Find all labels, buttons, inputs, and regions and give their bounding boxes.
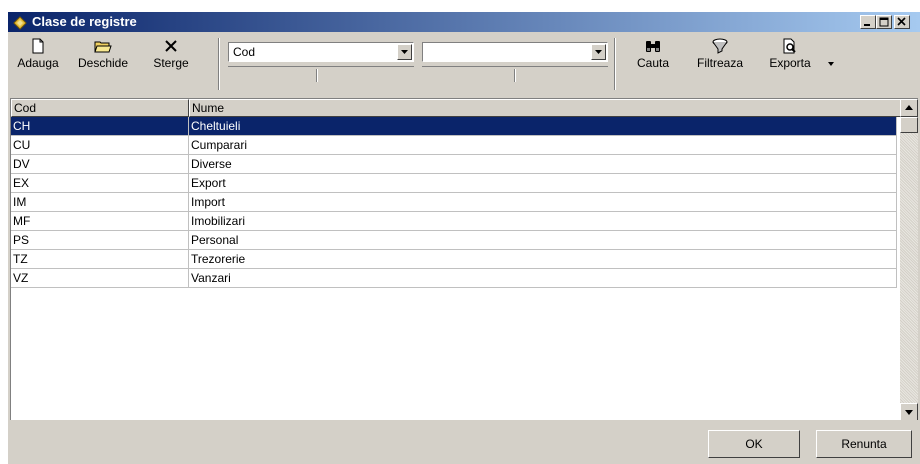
minimize-button[interactable] xyxy=(860,15,876,29)
close-icon xyxy=(897,17,906,26)
search-button[interactable]: Cauta xyxy=(632,38,674,88)
field-select[interactable]: Cod xyxy=(228,42,414,62)
chevron-down-icon xyxy=(401,50,408,54)
arrow-down-icon xyxy=(905,410,913,415)
open-folder-icon xyxy=(94,41,112,53)
table-row[interactable]: EX Export xyxy=(11,174,897,193)
value-select[interactable] xyxy=(422,42,608,62)
cell-cod: CH xyxy=(11,117,189,136)
subbar-divider xyxy=(316,69,318,82)
filter-icon xyxy=(712,38,728,54)
cell-nume: Vanzari xyxy=(189,269,897,288)
export-button[interactable]: Exporta xyxy=(764,38,816,88)
maximize-icon xyxy=(879,17,889,27)
column-header-cod[interactable]: Cod xyxy=(11,99,189,117)
cell-cod: PS xyxy=(11,231,189,250)
scroll-down-button[interactable] xyxy=(900,403,918,420)
grid-header: Cod Nume xyxy=(11,99,901,117)
cell-nume: Diverse xyxy=(189,155,897,174)
maximize-button[interactable] xyxy=(876,15,892,29)
cell-cod: TZ xyxy=(11,250,189,269)
table-row[interactable]: CU Cumparari xyxy=(11,136,897,155)
export-preview-icon xyxy=(783,38,796,54)
add-button[interactable]: Adauga xyxy=(14,38,62,88)
field-select-dropdown-button[interactable] xyxy=(397,44,412,60)
window-title: Clase de registre xyxy=(32,14,137,29)
field-select-value: Cod xyxy=(233,45,256,59)
export-dropdown-button[interactable] xyxy=(824,60,838,74)
delete-button[interactable]: Sterge xyxy=(150,38,192,88)
cell-cod: IM xyxy=(11,193,189,212)
table-row[interactable]: CH Cheltuieli xyxy=(11,117,897,136)
cell-cod: DV xyxy=(11,155,189,174)
app-icon xyxy=(13,16,27,30)
cell-cod: CU xyxy=(11,136,189,155)
footer: OK Renunta xyxy=(8,422,920,464)
cell-nume: Cumparari xyxy=(189,136,897,155)
table-row[interactable]: IM Import xyxy=(11,193,897,212)
new-document-icon xyxy=(32,38,44,54)
open-label: Deschide xyxy=(77,56,129,70)
filter-label: Filtreaza xyxy=(696,56,743,70)
arrow-up-icon xyxy=(905,105,913,110)
records-grid: Cod Nume CH Cheltuieli CU Cumparari DV D… xyxy=(10,98,918,420)
table-row[interactable]: PS Personal xyxy=(11,231,897,250)
chevron-down-icon xyxy=(595,50,602,54)
table-row[interactable]: MF Imobilizari xyxy=(11,212,897,231)
binoculars-icon xyxy=(646,41,660,52)
delete-x-icon xyxy=(165,40,177,52)
table-row[interactable]: TZ Trezorerie xyxy=(11,250,897,269)
table-row[interactable]: DV Diverse xyxy=(11,155,897,174)
cell-nume: Import xyxy=(189,193,897,212)
delete-label: Sterge xyxy=(153,56,189,70)
subbar-divider xyxy=(514,69,516,82)
cell-nume: Imobilizari xyxy=(189,212,897,231)
cell-cod: EX xyxy=(11,174,189,193)
column-header-nume[interactable]: Nume xyxy=(189,99,901,117)
cell-nume: Trezorerie xyxy=(189,250,897,269)
cell-nume: Cheltuieli xyxy=(189,117,897,136)
cell-cod: MF xyxy=(11,212,189,231)
cell-cod: VZ xyxy=(11,269,189,288)
toolbar: Adauga Deschide Sterge Cod Cauta Filtrea… xyxy=(8,32,920,98)
value-select-subbar xyxy=(422,66,608,83)
add-label: Adauga xyxy=(17,56,59,70)
cell-nume: Personal xyxy=(189,231,897,250)
field-select-subbar xyxy=(228,66,414,83)
table-row[interactable]: VZ Vanzari xyxy=(11,269,897,288)
toolbar-separator xyxy=(218,38,220,90)
title-bar[interactable]: Clase de registre xyxy=(8,12,920,32)
value-select-dropdown-button[interactable] xyxy=(591,44,606,60)
export-label: Exporta xyxy=(769,56,811,70)
registry-classes-window: Clase de registre Adauga Deschide Sterge… xyxy=(8,12,920,464)
close-button[interactable] xyxy=(894,15,910,29)
minimize-icon xyxy=(864,24,870,26)
ok-button[interactable]: OK xyxy=(708,430,800,458)
filter-button[interactable]: Filtreaza xyxy=(692,38,748,88)
cell-nume: Export xyxy=(189,174,897,193)
toolbar-separator xyxy=(614,38,616,90)
cancel-button[interactable]: Renunta xyxy=(816,430,912,458)
open-button[interactable]: Deschide xyxy=(72,38,134,88)
vertical-scrollbar[interactable] xyxy=(900,99,918,420)
scroll-thumb[interactable] xyxy=(900,117,918,133)
scroll-up-button[interactable] xyxy=(900,99,918,117)
search-label: Cauta xyxy=(636,56,670,70)
dropdown-arrow-icon xyxy=(828,62,834,66)
